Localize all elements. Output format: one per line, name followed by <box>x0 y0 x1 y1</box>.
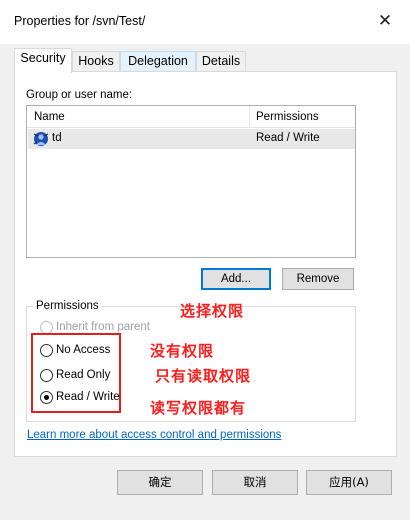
annotation-highlight-box <box>31 333 121 413</box>
tab-hooks[interactable]: Hooks <box>72 51 120 72</box>
row-permissions: Read / Write <box>256 132 320 144</box>
list-item[interactable]: td Read / Write <box>28 129 355 149</box>
apply-button[interactable]: 应用(A) <box>306 470 392 495</box>
tab-details[interactable]: Details <box>196 51 246 72</box>
ok-button[interactable]: 确定 <box>117 470 203 495</box>
annotation-read-write: 读写权限都有 <box>150 399 247 417</box>
user-list[interactable]: Name Permissions td Read / Write <box>26 105 356 258</box>
annotation-select: 选择权限 <box>180 302 245 320</box>
learn-more-link[interactable]: Learn more about access control and perm… <box>27 429 281 441</box>
row-name: td <box>52 132 62 144</box>
permissions-legend: Permissions <box>33 300 102 312</box>
column-separator[interactable] <box>249 106 250 128</box>
close-icon[interactable]: ✕ <box>374 10 396 32</box>
annotation-no-access: 没有权限 <box>150 342 215 360</box>
add-button[interactable]: Add... <box>201 268 271 290</box>
tab-delegation[interactable]: Delegation <box>120 51 196 72</box>
radio-label: Inherit from parent <box>56 321 150 333</box>
cancel-button[interactable]: 取消 <box>212 470 298 495</box>
list-header: Name Permissions <box>27 106 355 128</box>
group-label: Group or user name: <box>26 89 133 101</box>
column-name[interactable]: Name <box>34 111 65 123</box>
tab-security[interactable]: Security <box>14 48 72 73</box>
annotation-read-only: 只有读取权限 <box>155 367 252 385</box>
window-title: Properties for /svn/Test/ <box>14 14 146 28</box>
column-permissions[interactable]: Permissions <box>256 111 319 123</box>
remove-button[interactable]: Remove <box>282 268 354 290</box>
user-icon <box>33 132 49 146</box>
title-bar: Properties for /svn/Test/ ✕ <box>0 0 410 44</box>
